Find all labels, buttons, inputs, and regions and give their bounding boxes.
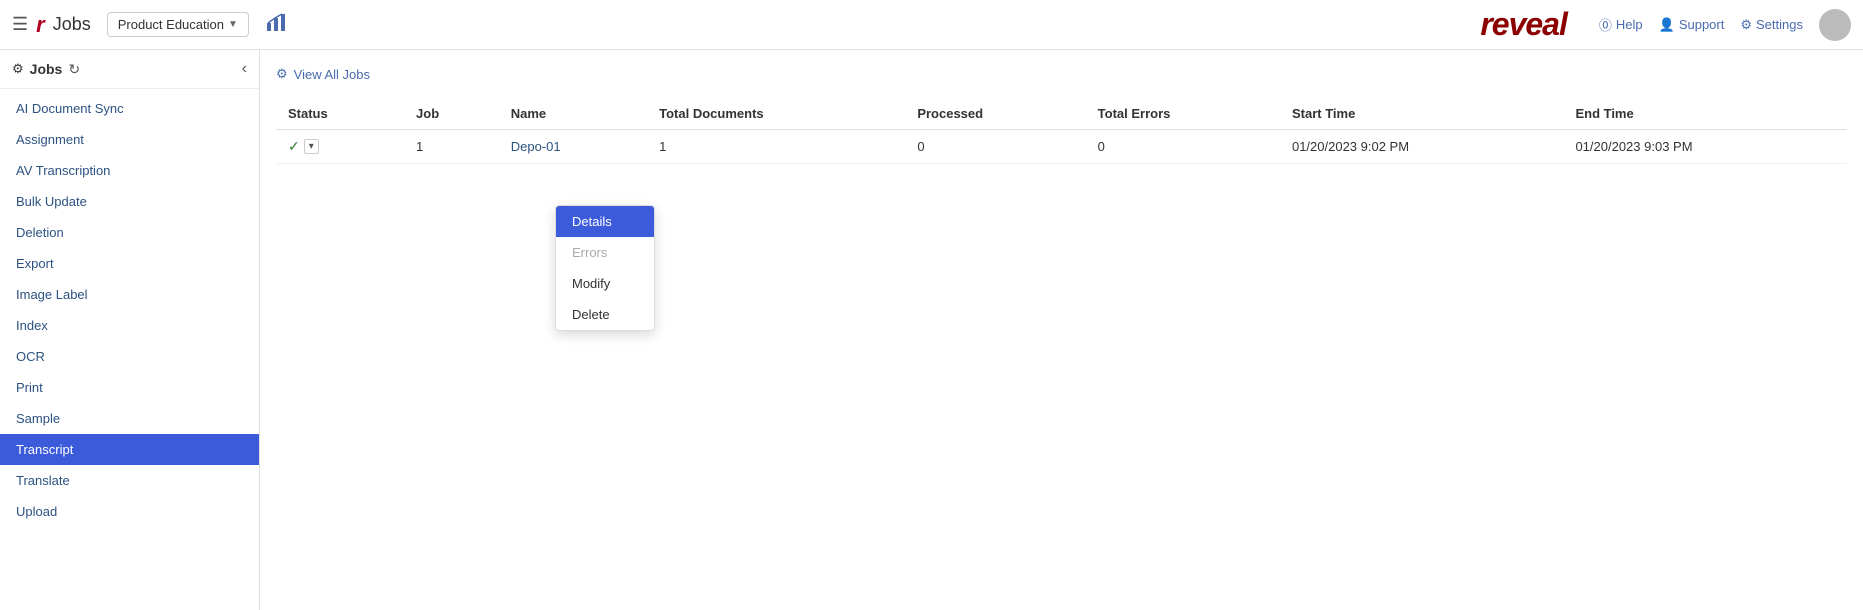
settings-label: Settings bbox=[1756, 17, 1803, 32]
menu-item-details[interactable]: Details bbox=[556, 206, 654, 237]
col-total-documents: Total Documents bbox=[647, 98, 905, 130]
support-icon: 👤 bbox=[1659, 17, 1675, 33]
chart-icon[interactable] bbox=[265, 11, 287, 39]
row-total-documents: 1 bbox=[647, 130, 905, 164]
sidebar-item-print[interactable]: Print bbox=[0, 372, 259, 403]
content-area: ⚙ View All Jobs Status Job Name Total Do… bbox=[260, 50, 1863, 610]
refresh-icon[interactable]: ↻ bbox=[68, 61, 80, 78]
row-processed: 0 bbox=[905, 130, 1085, 164]
sidebar-item-transcript[interactable]: Transcript bbox=[0, 434, 259, 465]
workspace-dropdown-arrow: ▼ bbox=[228, 19, 238, 30]
sidebar-item-sample[interactable]: Sample bbox=[0, 403, 259, 434]
table-row: ✓ ▾ 1 Depo-01 1 0 0 01/20/2023 9:02 PM 0… bbox=[276, 130, 1847, 164]
help-label: Help bbox=[1616, 17, 1643, 32]
support-link[interactable]: 👤 Support bbox=[1659, 17, 1725, 33]
sidebar-item-bulk-update[interactable]: Bulk Update bbox=[0, 186, 259, 217]
view-all-jobs-label: View All Jobs bbox=[294, 67, 370, 82]
row-end-time: 01/20/2023 9:03 PM bbox=[1563, 130, 1847, 164]
header-right: reveal ⓪ Help 👤 Support ⚙ Settings bbox=[1480, 6, 1851, 43]
row-name[interactable]: Depo-01 bbox=[499, 130, 647, 164]
row-total-errors: 0 bbox=[1086, 130, 1280, 164]
sidebar-title: Jobs bbox=[30, 61, 63, 77]
help-link[interactable]: ⓪ Help bbox=[1599, 15, 1643, 34]
status-check-icon: ✓ bbox=[288, 138, 300, 155]
row-job-number: 1 bbox=[404, 130, 499, 164]
sidebar-item-ai-document-sync[interactable]: AI Document Sync bbox=[0, 93, 259, 124]
col-status: Status bbox=[276, 98, 404, 130]
user-avatar[interactable] bbox=[1819, 9, 1851, 41]
sidebar-item-assignment[interactable]: Assignment bbox=[0, 124, 259, 155]
row-dropdown-button[interactable]: ▾ bbox=[304, 139, 319, 154]
menu-item-errors: Errors bbox=[556, 237, 654, 268]
sidebar-item-export[interactable]: Export bbox=[0, 248, 259, 279]
sidebar-nav: AI Document Sync Assignment AV Transcrip… bbox=[0, 89, 259, 610]
menu-item-delete[interactable]: Delete bbox=[556, 299, 654, 330]
main-layout: ⚙ Jobs ↻ ‹ AI Document Sync Assignment A… bbox=[0, 50, 1863, 610]
row-status-cell: ✓ ▾ bbox=[276, 130, 404, 164]
col-processed: Processed bbox=[905, 98, 1085, 130]
hamburger-icon[interactable]: ☰ bbox=[12, 14, 28, 35]
sidebar-item-ocr[interactable]: OCR bbox=[0, 341, 259, 372]
collapse-sidebar-button[interactable]: ‹ bbox=[242, 60, 247, 78]
row-start-time: 01/20/2023 9:02 PM bbox=[1280, 130, 1563, 164]
col-job: Job bbox=[404, 98, 499, 130]
help-icon: ⓪ bbox=[1599, 15, 1612, 34]
menu-item-modify[interactable]: Modify bbox=[556, 268, 654, 299]
settings-icon: ⚙ bbox=[1740, 17, 1752, 33]
top-header: ☰ r Jobs Product Education ▼ reveal ⓪ He… bbox=[0, 0, 1863, 50]
sidebar-item-upload[interactable]: Upload bbox=[0, 496, 259, 527]
sidebar-item-translate[interactable]: Translate bbox=[0, 465, 259, 496]
workspace-name: Product Education bbox=[118, 17, 224, 32]
sidebar-header: ⚙ Jobs ↻ ‹ bbox=[0, 50, 259, 89]
row-context-menu: Details Errors Modify Delete bbox=[555, 205, 655, 331]
sidebar: ⚙ Jobs ↻ ‹ AI Document Sync Assignment A… bbox=[0, 50, 260, 610]
brand-logo-r[interactable]: r bbox=[36, 12, 45, 38]
settings-link[interactable]: ⚙ Settings bbox=[1740, 17, 1803, 33]
header-left: ☰ r Jobs Product Education ▼ bbox=[12, 11, 1480, 39]
col-name: Name bbox=[499, 98, 647, 130]
sidebar-item-deletion[interactable]: Deletion bbox=[0, 217, 259, 248]
jobs-table: Status Job Name Total Documents Processe… bbox=[276, 98, 1847, 164]
app-title: Jobs bbox=[53, 14, 91, 35]
reveal-brand-logo: reveal bbox=[1480, 6, 1567, 43]
view-all-jobs-link[interactable]: ⚙ View All Jobs bbox=[276, 66, 1847, 82]
col-total-errors: Total Errors bbox=[1086, 98, 1280, 130]
sidebar-item-av-transcription[interactable]: AV Transcription bbox=[0, 155, 259, 186]
gear-icon: ⚙ bbox=[12, 61, 24, 77]
sidebar-item-image-label[interactable]: Image Label bbox=[0, 279, 259, 310]
workspace-dropdown[interactable]: Product Education ▼ bbox=[107, 12, 249, 37]
sidebar-item-index[interactable]: Index bbox=[0, 310, 259, 341]
view-all-jobs-icon: ⚙ bbox=[276, 66, 288, 82]
col-start-time: Start Time bbox=[1280, 98, 1563, 130]
support-label: Support bbox=[1679, 17, 1725, 32]
col-end-time: End Time bbox=[1563, 98, 1847, 130]
